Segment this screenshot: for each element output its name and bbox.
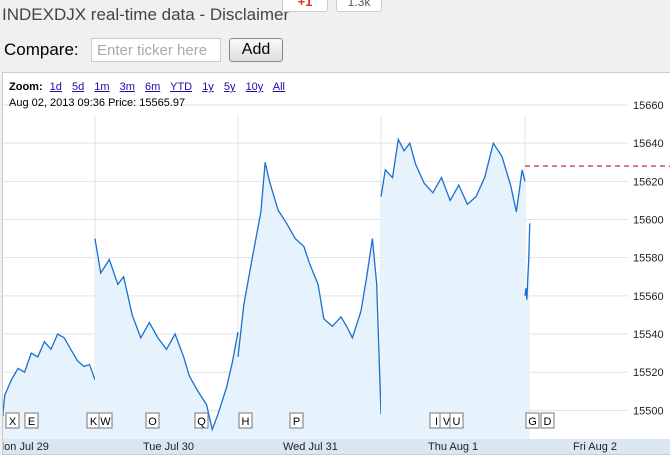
event-marker-H[interactable]: H [238, 412, 253, 429]
svg-text:W: W [100, 416, 111, 428]
page-title: INDEXDJX real-time data - Disclaimer [2, 5, 290, 24]
y-tick-label: 15640 [633, 138, 664, 150]
zoom-controls: Zoom: 1d 5d 1m 3m 6m YTD 1y 5y 10y All [9, 81, 292, 93]
x-tick-label: Tue Jul 30 [143, 441, 194, 453]
add-button[interactable]: Add [229, 38, 283, 62]
zoom-5y[interactable]: 5y [224, 81, 236, 93]
ticker-input[interactable] [91, 38, 221, 62]
event-marker-X[interactable]: X [5, 412, 20, 429]
zoom-1y[interactable]: 1y [202, 81, 214, 93]
price-chart[interactable]: 15500 15520 15540 15560 15580 15600 15620 15640… [2, 72, 670, 455]
y-tick-label: 15520 [633, 367, 664, 379]
svg-text:Q: Q [197, 416, 206, 428]
zoom-1m[interactable]: 1m [94, 81, 109, 93]
svg-text:O: O [148, 416, 157, 428]
x-tick-label: Fri Aug 2 [573, 441, 617, 453]
zoom-6m[interactable]: 6m [145, 81, 160, 93]
zoom-3m[interactable]: 3m [120, 81, 135, 93]
series-area-day-1 [95, 238, 238, 439]
header-bar: INDEXDJX real-time data - Disclaimer +1 … [0, 0, 670, 72]
x-tick-label: Wed Jul 31 [283, 441, 338, 453]
event-marker-E[interactable]: E [24, 412, 39, 429]
y-tick-label: 15500 [633, 405, 664, 417]
series-area-day-2 [238, 162, 381, 439]
y-tick-label: 15560 [633, 291, 664, 303]
zoom-10y[interactable]: 10y [246, 81, 264, 93]
google-plus-button[interactable]: +1 [282, 0, 328, 12]
svg-text:K: K [90, 416, 98, 428]
series-area-day-3 [381, 139, 525, 439]
zoom-all[interactable]: All [273, 81, 285, 93]
event-marker-K[interactable]: K [86, 412, 101, 429]
svg-text:H: H [242, 416, 250, 428]
event-marker-D[interactable]: D [540, 412, 555, 429]
svg-text:I: I [435, 416, 438, 428]
y-tick-label: 15600 [633, 215, 664, 227]
y-tick-label: 15580 [633, 253, 664, 265]
x-tick-label: Mon Jul 29 [3, 441, 49, 453]
svg-text:U: U [453, 416, 461, 428]
zoom-5d[interactable]: 5d [72, 81, 84, 93]
chart-canvas[interactable]: 15500 15520 15540 15560 15580 15600 15620 15640… [3, 73, 670, 454]
event-marker-G[interactable]: G [525, 412, 540, 429]
event-marker-P[interactable]: P [289, 412, 304, 429]
svg-text:X: X [9, 416, 17, 428]
zoom-ytd[interactable]: YTD [170, 81, 192, 93]
y-tick-label: 15540 [633, 329, 664, 341]
compare-label: Compare: [4, 40, 79, 59]
price-readout: Aug 02, 2013 09:36 Price: 15565.97 [9, 97, 186, 109]
event-marker-W[interactable]: W [98, 412, 113, 429]
y-tick-label: 15660 [633, 100, 664, 112]
event-marker-Q[interactable]: Q [194, 412, 209, 429]
y-tick-label: 15620 [633, 176, 664, 188]
svg-text:E: E [28, 416, 35, 428]
x-tick-label: Thu Aug 1 [428, 441, 478, 453]
zoom-label: Zoom: [9, 81, 43, 93]
svg-text:D: D [544, 416, 552, 428]
event-marker-U[interactable]: U [449, 412, 464, 429]
svg-text:P: P [293, 416, 300, 428]
zoom-1d[interactable]: 1d [50, 81, 62, 93]
share-count-badge: 1.3k [336, 0, 382, 12]
svg-text:G: G [528, 416, 537, 428]
event-marker-O[interactable]: O [145, 412, 160, 429]
